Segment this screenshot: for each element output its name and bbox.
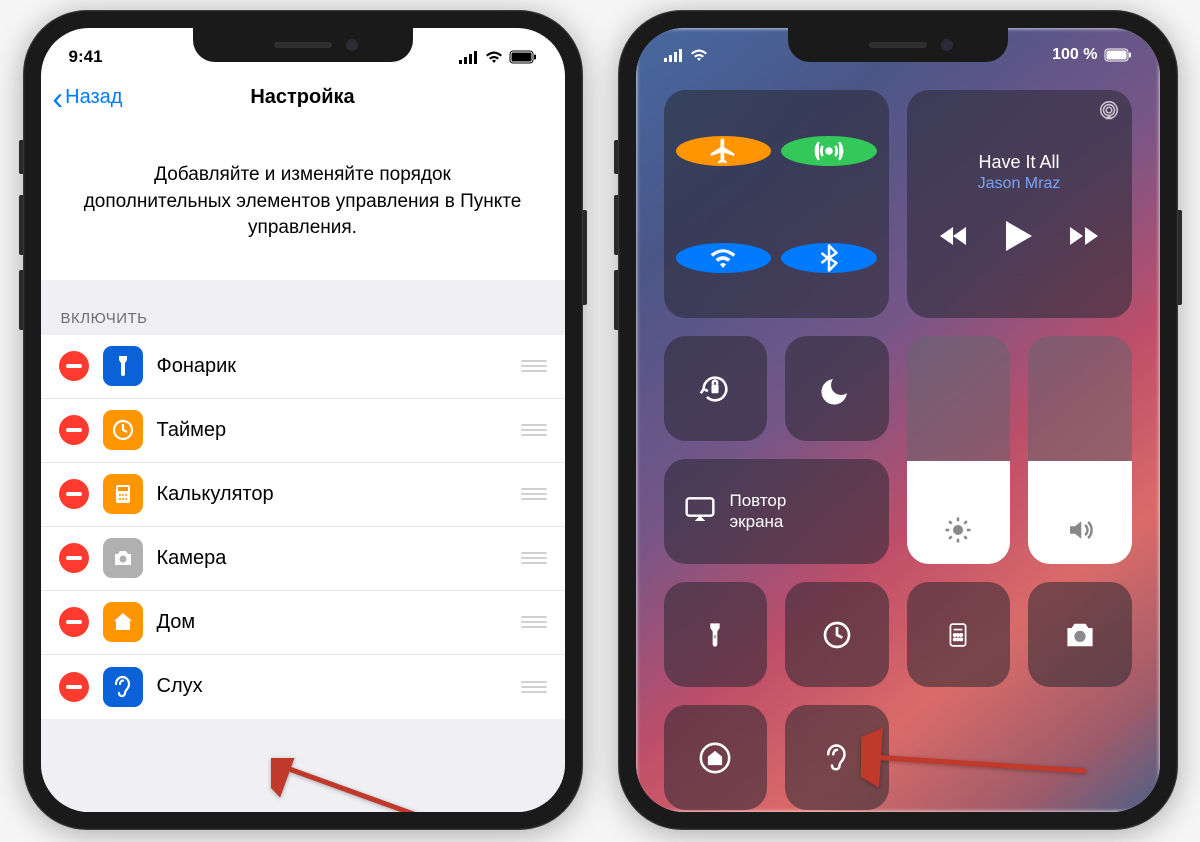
- reorder-handle[interactable]: [521, 360, 547, 372]
- nav-bar: ‹ Назад Настройка: [41, 72, 565, 124]
- remove-button[interactable]: [59, 351, 89, 381]
- screen-mirroring-label: Повтор экрана: [730, 491, 787, 532]
- connectivity-module: [664, 90, 889, 318]
- list-item-label: Дом: [157, 611, 521, 634]
- flashlight-button[interactable]: [664, 582, 768, 687]
- do-not-disturb-toggle[interactable]: [785, 336, 889, 441]
- wifi-toggle[interactable]: [676, 243, 772, 273]
- brightness-icon: [907, 515, 1011, 564]
- camera-button[interactable]: [1028, 582, 1132, 687]
- notch: [788, 28, 1008, 62]
- remove-button[interactable]: [59, 607, 89, 637]
- calculator-button[interactable]: [907, 582, 1011, 687]
- list-item-camera[interactable]: Камера: [41, 527, 565, 591]
- volume-slider[interactable]: [1028, 336, 1132, 564]
- list-item-label: Фонарик: [157, 355, 521, 378]
- remove-button[interactable]: [59, 543, 89, 573]
- home-button[interactable]: [664, 705, 768, 810]
- cellular-icon: [664, 48, 684, 62]
- screen-mirroring-icon: [684, 495, 716, 528]
- list-item-label: Слух: [157, 675, 521, 698]
- camera-icon: [103, 538, 143, 578]
- music-module[interactable]: Have It All Jason Mraz: [907, 90, 1132, 318]
- list-item-flashlight[interactable]: Фонарик: [41, 335, 565, 399]
- remove-button[interactable]: [59, 479, 89, 509]
- list-item-timer[interactable]: Таймер: [41, 399, 565, 463]
- chevron-left-icon: ‹: [53, 82, 64, 114]
- phone-mockup-control-center: 100 % Have It All Jason Mraz: [618, 10, 1178, 830]
- reorder-handle[interactable]: [521, 681, 547, 693]
- description-text: Добавляйте и изменяйте порядок дополните…: [41, 124, 565, 280]
- screen-mirroring-button[interactable]: Повтор экрана: [664, 459, 889, 564]
- wifi-icon: [485, 50, 503, 64]
- airplay-audio-icon: [1098, 100, 1120, 127]
- rotation-lock-toggle[interactable]: [664, 336, 768, 441]
- ear-icon: [103, 667, 143, 707]
- timer-icon: [103, 410, 143, 450]
- hearing-button[interactable]: [785, 705, 889, 810]
- music-track-title: Have It All: [978, 152, 1059, 173]
- battery-percent: 100 %: [1052, 46, 1097, 64]
- list-item-hearing[interactable]: Слух: [41, 655, 565, 719]
- battery-icon: [509, 50, 537, 64]
- reorder-handle[interactable]: [521, 424, 547, 436]
- prev-track-button[interactable]: [940, 225, 968, 252]
- wifi-icon: [690, 48, 708, 62]
- back-button[interactable]: ‹ Назад: [53, 82, 123, 114]
- airplane-mode-toggle[interactable]: [676, 136, 772, 166]
- bluetooth-toggle[interactable]: [781, 243, 877, 273]
- remove-button[interactable]: [59, 415, 89, 445]
- list-item-calculator[interactable]: Калькулятор: [41, 463, 565, 527]
- timer-button[interactable]: [785, 582, 889, 687]
- phone-mockup-settings: 9:41 ‹ Назад Настройка Добавляйте и изме…: [23, 10, 583, 830]
- list-item-label: Камера: [157, 547, 521, 570]
- back-label: Назад: [65, 86, 122, 109]
- music-artist: Jason Mraz: [978, 175, 1061, 193]
- volume-icon: [1028, 515, 1132, 564]
- remove-button[interactable]: [59, 672, 89, 702]
- list-item-label: Таймер: [157, 419, 521, 442]
- cellular-icon: [459, 50, 479, 64]
- notch: [193, 28, 413, 62]
- next-track-button[interactable]: [1070, 225, 1098, 252]
- home-icon: [103, 602, 143, 642]
- cellular-data-toggle[interactable]: [781, 136, 877, 166]
- battery-icon: [1104, 48, 1132, 62]
- list-item-label: Калькулятор: [157, 483, 521, 506]
- play-button[interactable]: [1006, 221, 1032, 256]
- reorder-handle[interactable]: [521, 488, 547, 500]
- page-title: Настройка: [250, 86, 354, 109]
- section-header-include: ВКЛЮЧИТЬ: [41, 280, 565, 335]
- reorder-handle[interactable]: [521, 616, 547, 628]
- brightness-slider[interactable]: [907, 336, 1011, 564]
- status-time: 9:41: [69, 47, 103, 67]
- included-controls-list: Фонарик Таймер Калькулятор: [41, 335, 565, 719]
- flashlight-icon: [103, 346, 143, 386]
- calculator-icon: [103, 474, 143, 514]
- list-item-home[interactable]: Дом: [41, 591, 565, 655]
- reorder-handle[interactable]: [521, 552, 547, 564]
